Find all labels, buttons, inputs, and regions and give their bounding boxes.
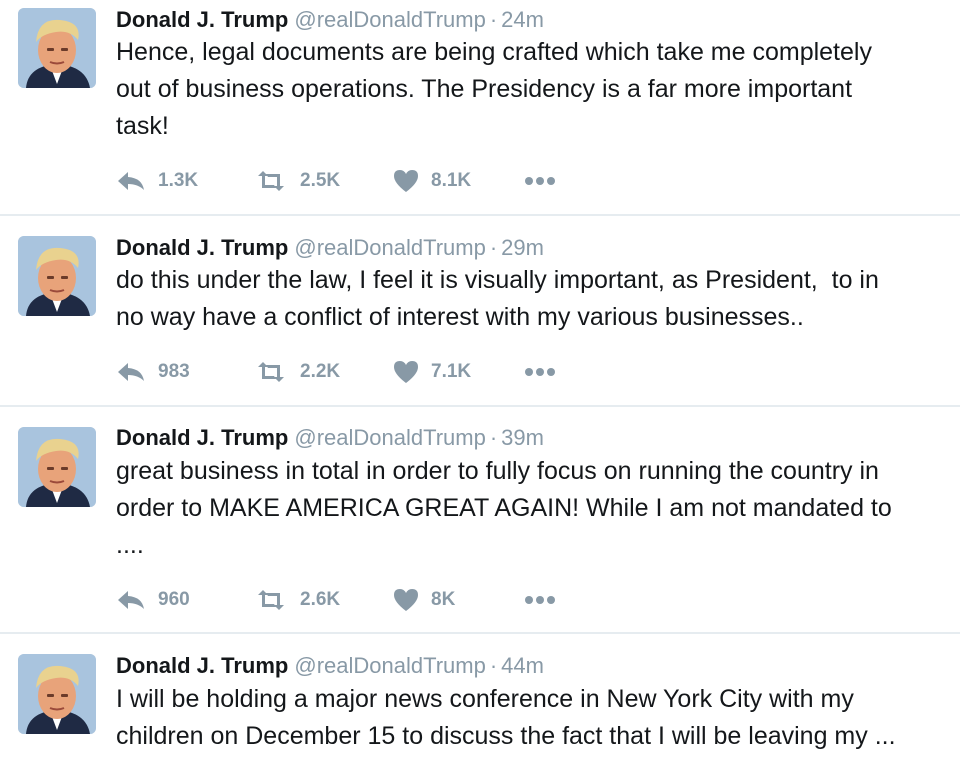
reply-count: 1.3K	[158, 170, 199, 191]
tweet-header: Donald J. Trump @realDonaldTrump · 24m	[116, 4, 544, 36]
more-icon	[524, 176, 556, 186]
reply-button[interactable]: 983	[116, 357, 190, 387]
more-button[interactable]	[524, 166, 556, 196]
separator: ·	[489, 653, 498, 678]
retweet-count: 2.6K	[300, 589, 341, 610]
like-button[interactable]: 8K	[393, 585, 455, 615]
tweet-text: great business in total in order to full…	[116, 457, 892, 559]
retweet-button[interactable]: 2.5K	[254, 166, 340, 196]
retweet-button[interactable]: 2.2K	[254, 357, 340, 387]
retweet-count: 2.5K	[300, 170, 341, 191]
more-icon	[524, 367, 556, 377]
retweet-count: 2.2K	[300, 361, 341, 382]
retweet-icon	[254, 361, 288, 383]
timestamp[interactable]: 29m	[501, 235, 544, 260]
reply-count: 960	[158, 589, 190, 610]
author-name[interactable]: Donald J. Trump	[116, 7, 288, 32]
separator: ·	[489, 7, 498, 32]
like-count: 8K	[431, 589, 456, 610]
tweet-text: do this under the law, I feel it is visu…	[116, 266, 879, 331]
author-name[interactable]: Donald J. Trump	[116, 425, 288, 450]
like-count: 7.1K	[431, 361, 472, 382]
author-handle[interactable]: @realDonaldTrump	[294, 7, 485, 32]
author-handle[interactable]: @realDonaldTrump	[294, 425, 485, 450]
avatar[interactable]	[18, 654, 96, 734]
tweet[interactable]: Donald J. Trump @realDonaldTrump · 24m Henc…	[0, 0, 960, 214]
author-handle[interactable]: @realDonaldTrump	[294, 235, 485, 260]
separator: ·	[489, 235, 498, 260]
heart-icon	[393, 360, 419, 384]
more-button[interactable]	[524, 357, 556, 387]
timestamp[interactable]: 44m	[501, 653, 544, 678]
tweet-header: Donald J. Trump @realDonaldTrump · 29m	[116, 232, 544, 264]
avatar[interactable]	[18, 236, 96, 316]
tweet[interactable]: Donald J. Trump @realDonaldTrump · 44m I wi…	[0, 634, 960, 774]
like-count: 8.1K	[431, 170, 472, 191]
more-button[interactable]	[524, 585, 556, 615]
retweet-icon	[254, 589, 288, 611]
timestamp[interactable]: 24m	[501, 7, 544, 32]
reply-count: 983	[158, 361, 190, 382]
tweet[interactable]: Donald J. Trump @realDonaldTrump · 29m do t…	[0, 216, 960, 405]
reply-icon	[116, 361, 146, 383]
author-name[interactable]: Donald J. Trump	[116, 235, 288, 260]
tweet-actions: 1.3K 2.5K 8.1K	[116, 166, 716, 196]
reply-icon	[116, 170, 146, 192]
separator: ·	[489, 425, 498, 450]
tweet-text: I will be holding a major news conferenc…	[116, 685, 896, 750]
reply-icon	[116, 589, 146, 611]
reply-button[interactable]: 1.3K	[116, 166, 198, 196]
more-icon	[524, 595, 556, 605]
tweet-header: Donald J. Trump @realDonaldTrump · 44m	[116, 650, 544, 682]
tweet-actions: 960 2.6K 8K	[116, 585, 716, 615]
tweet-text: Hence, legal documents are being crafted…	[116, 38, 872, 140]
heart-icon	[393, 169, 419, 193]
author-name[interactable]: Donald J. Trump	[116, 653, 288, 678]
like-button[interactable]: 7.1K	[393, 357, 471, 387]
tweet-actions: 983 2.2K 7.1K	[116, 357, 716, 387]
timestamp[interactable]: 39m	[501, 425, 544, 450]
tweet-header: Donald J. Trump @realDonaldTrump · 39m	[116, 422, 544, 454]
reply-button[interactable]: 960	[116, 585, 190, 615]
like-button[interactable]: 8.1K	[393, 166, 471, 196]
author-handle[interactable]: @realDonaldTrump	[294, 653, 485, 678]
heart-icon	[393, 588, 419, 612]
retweet-icon	[254, 170, 288, 192]
retweet-button[interactable]: 2.6K	[254, 585, 340, 615]
tweet[interactable]: Donald J. Trump @realDonaldTrump · 39m grea…	[0, 407, 960, 632]
avatar[interactable]	[18, 427, 96, 507]
avatar[interactable]	[18, 8, 96, 88]
